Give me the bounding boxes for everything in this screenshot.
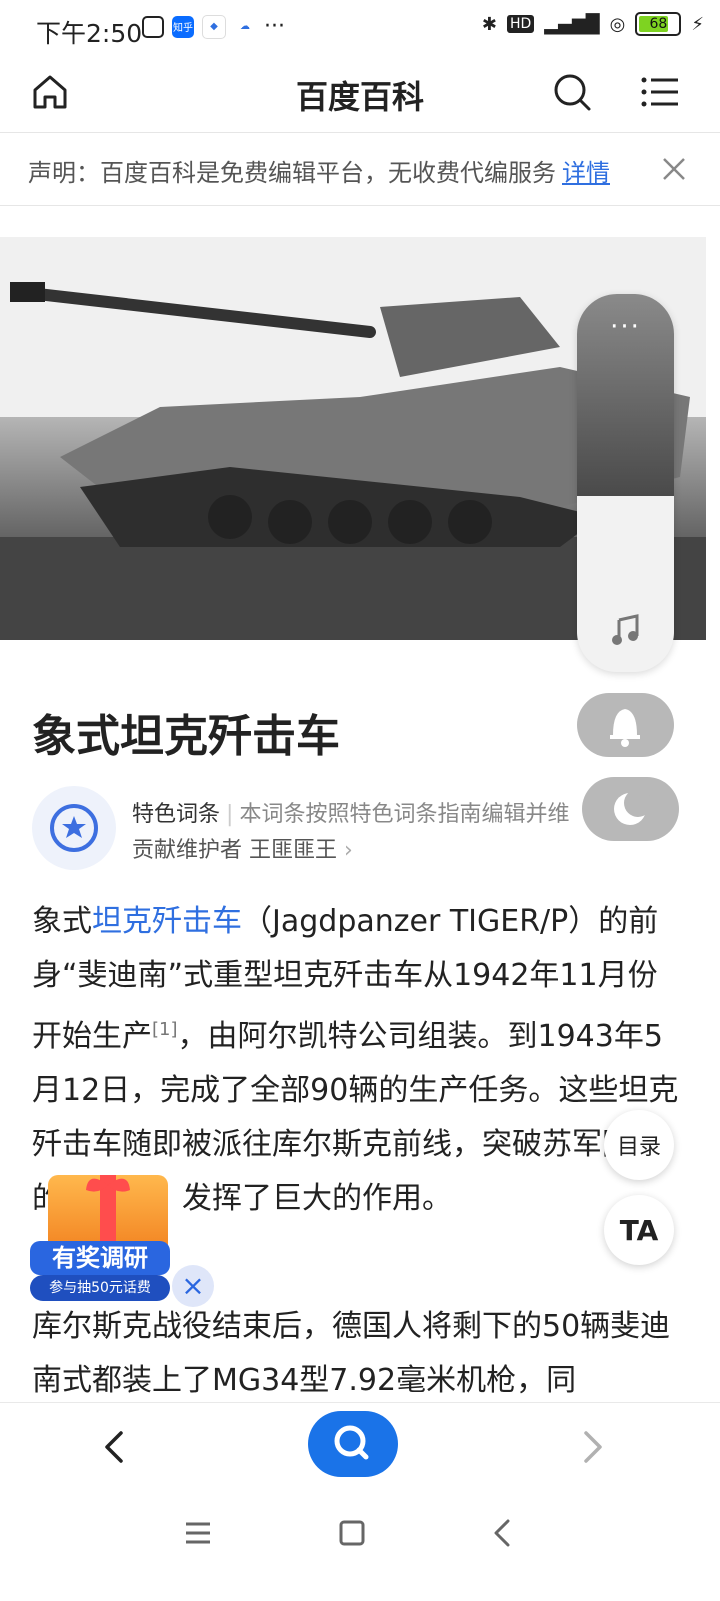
hotspot-icon: ◎	[609, 13, 626, 35]
status-right-icons: ✱ HD ▂▄▆█ ◎ 68 ⚡	[482, 12, 704, 36]
music-note-icon[interactable]	[609, 614, 641, 646]
table-of-contents-button[interactable]: 目录	[604, 1110, 674, 1180]
page-title-header: 百度百科	[295, 78, 424, 116]
alarm-icon	[142, 15, 164, 38]
article-title: 象式坦克歼击车	[32, 711, 340, 762]
promo-close-button[interactable]: ×	[172, 1265, 214, 1307]
notice-text: 声明：百度百科是免费编辑平台，无收费代编服务 详情	[28, 159, 610, 187]
feature-description: 本词条按照特色词条指南编辑并维	[239, 802, 570, 827]
floating-media-panel: ···	[577, 294, 674, 672]
battery-icon: 68	[635, 12, 682, 36]
recent-apps-icon[interactable]	[180, 1515, 216, 1551]
text-size-button[interactable]: TA	[604, 1195, 674, 1265]
signal-icon: ▂▄▆█	[544, 13, 600, 35]
close-icon[interactable]	[660, 155, 688, 183]
feature-tag: 特色词条	[132, 802, 221, 827]
back-icon[interactable]	[95, 1427, 135, 1467]
search-button[interactable]	[308, 1411, 398, 1477]
featured-badge-icon	[32, 786, 116, 870]
forward-icon[interactable]	[572, 1427, 612, 1467]
more-icon[interactable]: ···	[577, 312, 674, 342]
hd-icon: HD	[506, 15, 535, 33]
notice-details-link[interactable]: 详情	[562, 159, 610, 187]
notice-bar: 声明：百度百科是免费编辑平台，无收费代编服务 详情	[0, 133, 720, 206]
bell-icon	[610, 709, 640, 747]
status-time: 下午2:50	[36, 19, 143, 48]
home-square-icon[interactable]	[334, 1515, 370, 1551]
more-notifications-icon: ···	[264, 14, 285, 39]
bluetooth-icon: ✱	[481, 13, 497, 35]
status-bar: 下午2:50 知乎 ◆ ☁ ··· ✱ HD ▂▄▆█ ◎ 68 ⚡	[0, 0, 720, 52]
reference-1[interactable]: [1]	[152, 1019, 178, 1040]
status-left-icons: 知乎 ◆ ☁ ···	[142, 14, 285, 39]
contributor-link[interactable]: 贡献维护者 王匪匪王 ›	[132, 832, 353, 864]
menu-icon[interactable]	[640, 72, 680, 112]
survey-subtitle: 参与抽50元话费	[30, 1275, 170, 1301]
system-back-icon[interactable]	[486, 1515, 522, 1551]
article-paragraph-2: 库尔斯克战役结束后，德国人将剩下的50辆斐迪南式都装上了MG34型7.92毫米机…	[32, 1309, 671, 1398]
notification-bell-button[interactable]	[577, 693, 674, 757]
cloud-icon: ☁	[234, 15, 256, 38]
top-nav: 百度百科	[0, 52, 720, 133]
feature-info: 特色词条 | 本词条按照特色词条指南编辑并维	[132, 802, 570, 827]
chevron-right-icon: ›	[344, 838, 353, 863]
tank-destroyer-link[interactable]: 坦克歼击车	[92, 904, 242, 939]
feature-entry[interactable]: 特色词条 | 本词条按照特色词条指南编辑并维 贡献维护者 王匪匪王 ›	[32, 786, 720, 876]
survey-promo[interactable]: 有奖调研 参与抽50元话费 ×	[30, 1165, 214, 1307]
system-navigation	[0, 1503, 720, 1563]
survey-title: 有奖调研	[30, 1241, 170, 1275]
search-icon[interactable]	[552, 72, 592, 112]
charging-icon: ⚡	[691, 13, 704, 35]
bottom-bar	[0, 1402, 720, 1601]
app-icon: ◆	[202, 14, 226, 39]
zhihu-icon: 知乎	[172, 15, 194, 38]
